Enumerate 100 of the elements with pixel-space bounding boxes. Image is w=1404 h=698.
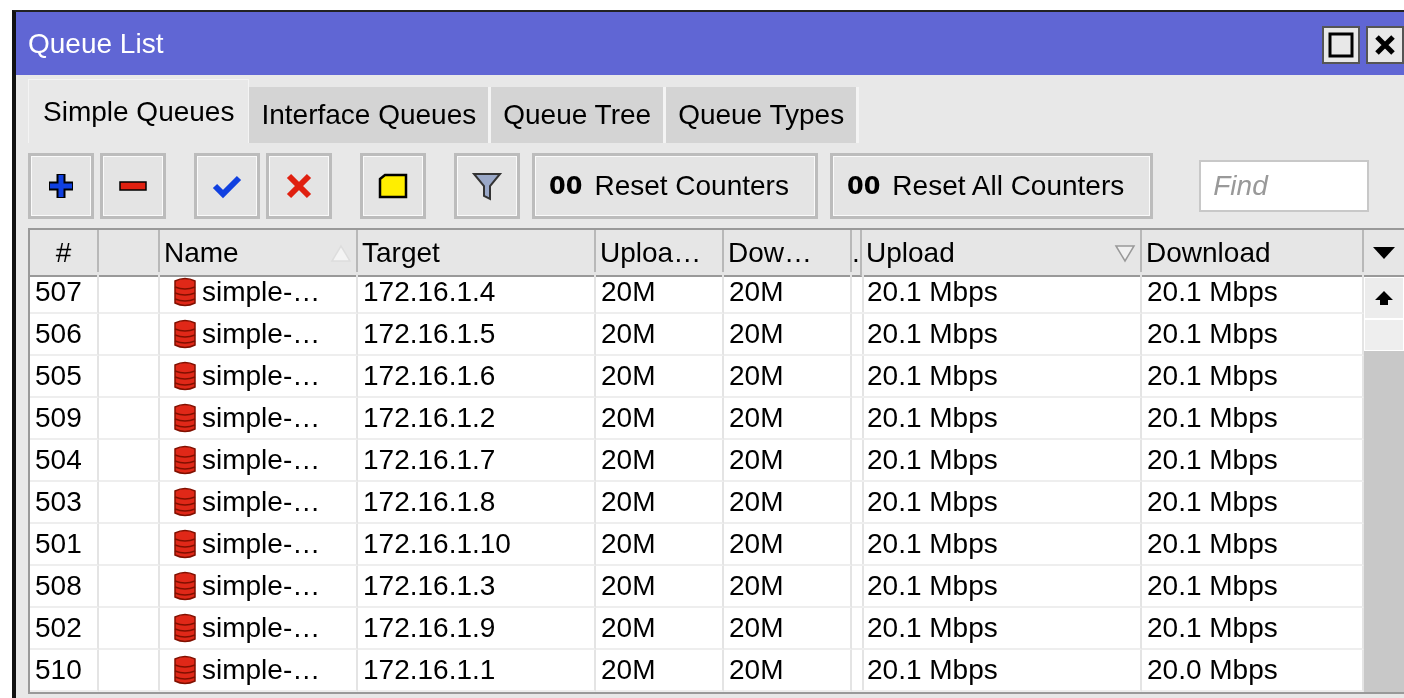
max-upload-cell: 20M	[596, 314, 724, 356]
row-number: 510	[30, 650, 99, 692]
name-text: simple-…	[202, 486, 321, 518]
scroll-thumb[interactable]	[1364, 319, 1404, 351]
empty-cell	[852, 440, 864, 482]
max-upload-cell: 20M	[596, 608, 724, 650]
row-number: 507	[30, 272, 99, 314]
empty-cell	[852, 650, 864, 692]
name-text: simple-…	[202, 360, 321, 392]
max-download-cell: 20M	[724, 398, 852, 440]
dropdown-icon[interactable]	[1372, 244, 1396, 261]
max-upload-cell: 20M	[596, 566, 724, 608]
close-icon[interactable]	[1366, 26, 1404, 64]
max-upload-cell: 20M	[596, 524, 724, 566]
queue-icon	[172, 403, 198, 433]
max-download-cell: 20M	[724, 440, 852, 482]
empty-cell	[852, 482, 864, 524]
column-header[interactable]: #	[30, 230, 99, 277]
empty-cell	[852, 398, 864, 440]
empty-cell	[852, 566, 864, 608]
queue-icon	[172, 571, 198, 601]
name-text: simple-…	[202, 654, 321, 686]
tab[interactable]: Queue Tree	[491, 87, 667, 143]
max-upload-cell: 20M	[596, 356, 724, 398]
column-header[interactable]: Name	[160, 230, 358, 277]
queue-icon	[172, 319, 198, 349]
queue-icon	[172, 613, 198, 643]
column-header[interactable]: Uploa…	[596, 230, 724, 277]
queue-icon	[172, 655, 198, 685]
queue-icon	[172, 361, 198, 391]
max-upload-cell: 20M	[596, 440, 724, 482]
max-download-cell: 20M	[724, 482, 852, 524]
queue-icon	[172, 445, 198, 475]
scrollbar[interactable]	[1364, 230, 1404, 692]
row-number: 503	[30, 482, 99, 524]
target-cell: 172.16.1.9	[358, 608, 596, 650]
row-number: 509	[30, 398, 99, 440]
queue-icon	[172, 487, 198, 517]
note-button[interactable]	[360, 153, 426, 219]
target-cell: 172.16.1.4	[358, 272, 596, 314]
column-header[interactable]: Download	[1142, 230, 1364, 277]
name-text: simple-…	[202, 612, 321, 644]
counter-icon: 00	[549, 172, 583, 200]
max-download-cell: 20M	[724, 272, 852, 314]
upload-rate-cell: 20.1 Mbps	[862, 314, 1142, 356]
max-upload-cell: 20M	[596, 272, 724, 314]
upload-rate-cell: 20.1 Mbps	[862, 608, 1142, 650]
target-cell: 172.16.1.2	[358, 398, 596, 440]
max-download-cell: 20M	[724, 356, 852, 398]
queue-icon	[172, 529, 198, 559]
max-download-cell: 20M	[724, 566, 852, 608]
name-text: simple-…	[202, 402, 321, 434]
upload-rate-cell: 20.1 Mbps	[862, 440, 1142, 482]
find-field[interactable]: Find	[1199, 160, 1370, 212]
target-cell: 172.16.1.5	[358, 314, 596, 356]
reset-button[interactable]: 00 Reset Counters	[532, 153, 818, 219]
empty-cell	[852, 314, 864, 356]
upload-rate-cell: 20.1 Mbps	[862, 482, 1142, 524]
name-text: simple-…	[202, 276, 321, 308]
column-header[interactable]: Dow…	[724, 230, 852, 277]
row-number: 508	[30, 566, 99, 608]
max-download-cell: 20M	[724, 650, 852, 692]
tab[interactable]: Queue Types	[666, 87, 860, 143]
column-header[interactable]: Upload	[862, 230, 1142, 277]
maximize-icon[interactable]	[1322, 26, 1360, 64]
scroll-up-icon[interactable]	[1374, 289, 1394, 307]
target-cell: 172.16.1.3	[358, 566, 596, 608]
upload-rate-cell: 20.1 Mbps	[862, 650, 1142, 692]
name-text: simple-…	[202, 318, 321, 350]
target-cell: 172.16.1.10	[358, 524, 596, 566]
plus-button[interactable]	[28, 153, 94, 219]
upload-rate-cell: 20.1 Mbps	[862, 272, 1142, 314]
target-cell: 172.16.1.1	[358, 650, 596, 692]
tab[interactable]: Interface Queues	[249, 87, 492, 143]
column-header[interactable]: Target	[358, 230, 596, 277]
row-number: 505	[30, 356, 99, 398]
filter-button[interactable]	[454, 153, 520, 219]
upload-rate-cell: 20.1 Mbps	[862, 398, 1142, 440]
minus-button[interactable]	[100, 153, 166, 219]
target-cell: 172.16.1.8	[358, 482, 596, 524]
max-upload-cell: 20M	[596, 398, 724, 440]
row-number: 506	[30, 314, 99, 356]
column-header[interactable]: .	[852, 230, 862, 277]
upload-rate-cell: 20.1 Mbps	[862, 566, 1142, 608]
max-upload-cell: 20M	[596, 650, 724, 692]
max-download-cell: 20M	[724, 314, 852, 356]
max-download-cell: 20M	[724, 608, 852, 650]
row-number: 501	[30, 524, 99, 566]
checkmark-button[interactable]	[194, 153, 260, 219]
cross-button[interactable]	[266, 153, 332, 219]
target-cell: 172.16.1.7	[358, 440, 596, 482]
reset-button[interactable]: 00 Reset All Counters	[829, 153, 1154, 219]
tab[interactable]: Simple Queues	[28, 79, 250, 143]
upload-rate-cell: 20.1 Mbps	[862, 524, 1142, 566]
name-text: simple-…	[202, 444, 321, 476]
queue-icon	[172, 277, 198, 307]
name-text: simple-…	[202, 570, 321, 602]
max-upload-cell: 20M	[596, 482, 724, 524]
empty-cell	[852, 356, 864, 398]
empty-cell	[852, 608, 864, 650]
